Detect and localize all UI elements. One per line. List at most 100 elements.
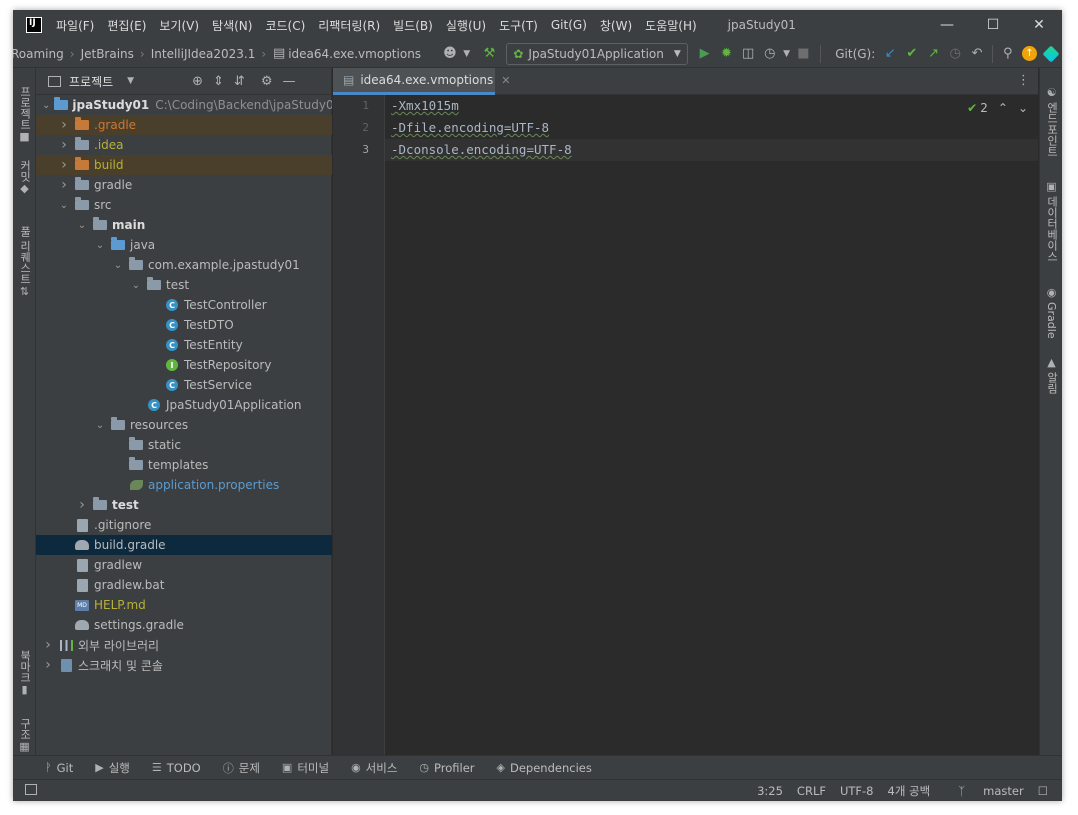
tree-item[interactable]: application.properties bbox=[36, 475, 332, 495]
maximize-icon[interactable]: ☐ bbox=[970, 10, 1016, 40]
chevron-right-icon[interactable]: › bbox=[58, 117, 70, 133]
tool-window-structure[interactable]: 구조 ▦ bbox=[13, 716, 36, 753]
run-configuration-select[interactable]: ✿ JpaStudy01Application ▼ bbox=[506, 42, 688, 65]
breadcrumb-item[interactable]: JetBrains bbox=[81, 47, 134, 61]
menu-run[interactable]: 실행(U) bbox=[446, 17, 486, 34]
tool-window-gradle[interactable]: ◉ Gradle bbox=[1040, 286, 1062, 339]
chevron-down-icon[interactable]: ▼ bbox=[781, 43, 793, 65]
coverage-icon[interactable]: ◫ bbox=[737, 43, 759, 65]
update-available-icon[interactable]: ↑ bbox=[1019, 43, 1041, 65]
tree-item[interactable]: ⌄ com.example.jpastudy01 bbox=[36, 255, 332, 275]
tool-window-notifications[interactable]: ▲ 알림 bbox=[1040, 356, 1062, 394]
rollback-icon[interactable]: ↶ bbox=[966, 43, 988, 65]
git-update-icon[interactable]: ↙ bbox=[879, 43, 901, 65]
tree-item[interactable]: I TestRepository bbox=[36, 355, 332, 375]
chevron-right-icon[interactable]: › bbox=[58, 177, 70, 193]
locate-file-icon[interactable]: ⊕ bbox=[192, 74, 203, 89]
menu-view[interactable]: 보기(V) bbox=[159, 17, 199, 34]
tree-item[interactable]: ⌄ test bbox=[36, 275, 332, 295]
tool-window-실행[interactable]: ▶ 실행 bbox=[95, 760, 130, 776]
tree-item[interactable]: ⌄ main bbox=[36, 215, 332, 235]
chevron-down-icon[interactable]: ⌄ bbox=[112, 260, 124, 271]
chevron-down-icon[interactable]: ⌄ bbox=[94, 420, 106, 431]
tree-item[interactable]: C TestService bbox=[36, 375, 332, 395]
project-panel-title[interactable]: 프로젝트 bbox=[69, 73, 113, 90]
tool-window-bookmarks[interactable]: 북마크 ▮ bbox=[13, 648, 36, 696]
line-separator[interactable]: CRLF bbox=[797, 784, 826, 798]
tree-item[interactable]: C TestController bbox=[36, 295, 332, 315]
tool-window-project[interactable]: 프로젝트 ■ bbox=[13, 84, 36, 143]
lock-icon[interactable]: ☐ bbox=[1038, 784, 1048, 798]
run-icon[interactable]: ▶ bbox=[694, 43, 716, 65]
code-line[interactable]: -Dconsole.encoding=UTF-8 bbox=[385, 139, 1038, 161]
tool-window-터미널[interactable]: ▣ 터미널 bbox=[282, 760, 329, 776]
breadcrumb-item[interactable]: IntelliJIdea2023.1 bbox=[151, 47, 256, 61]
tool-window-database[interactable]: ▣ 데이터베이스 bbox=[1040, 180, 1062, 262]
tree-item[interactable]: › test bbox=[36, 495, 332, 515]
chevron-down-icon[interactable]: ▼ bbox=[127, 76, 134, 86]
code-editor[interactable]: -Dconsole.encoding=UTF-8 -Dfile.encoding=… bbox=[385, 95, 1038, 755]
menu-file[interactable]: 파일(F) bbox=[56, 17, 94, 34]
indent-setting[interactable]: 4개 공백 bbox=[888, 783, 931, 799]
tree-item[interactable]: C TestEntity bbox=[36, 335, 332, 355]
menu-tools[interactable]: 도구(T) bbox=[499, 17, 538, 34]
expand-all-icon[interactable]: ⇕ bbox=[213, 74, 224, 89]
caret-position[interactable]: 3:25 bbox=[757, 784, 783, 798]
tree-item[interactable]: › .gradle bbox=[36, 115, 332, 135]
breadcrumb-item[interactable]: idea64.exe.vmoptions bbox=[288, 47, 421, 61]
chevron-up-icon[interactable]: ⌃ bbox=[998, 101, 1008, 115]
collapse-all-icon[interactable]: ⇵ bbox=[234, 74, 245, 89]
stop-icon[interactable]: ■ bbox=[793, 43, 815, 65]
menu-build[interactable]: 빌드(B) bbox=[393, 17, 433, 34]
tree-item[interactable]: › 외부 라이브러리 bbox=[36, 635, 332, 655]
chevron-down-icon[interactable]: ⌄ bbox=[42, 100, 50, 111]
chevron-right-icon[interactable]: › bbox=[76, 497, 88, 513]
chevron-down-icon[interactable]: ▼ bbox=[461, 43, 473, 65]
close-icon[interactable]: ✕ bbox=[1016, 10, 1062, 40]
file-encoding[interactable]: UTF-8 bbox=[840, 784, 874, 798]
close-icon[interactable]: ✕ bbox=[501, 74, 510, 87]
menu-refactor[interactable]: 리팩터링(R) bbox=[318, 17, 380, 34]
chevron-down-icon[interactable]: ⌄ bbox=[94, 240, 106, 251]
tree-item[interactable]: C TestDTO bbox=[36, 315, 332, 335]
tool-window-문제[interactable]: ⓘ 문제 bbox=[223, 760, 260, 776]
tree-item[interactable]: MD HELP.md bbox=[36, 595, 332, 615]
search-icon[interactable]: ⚲ bbox=[997, 43, 1019, 65]
tree-item[interactable]: ⌄ java bbox=[36, 235, 332, 255]
menu-code[interactable]: 코드(C) bbox=[265, 17, 305, 34]
user-icon[interactable]: ☻ bbox=[439, 43, 461, 65]
git-branch-widget[interactable]: ᛉ master bbox=[944, 784, 1023, 798]
tool-window-서비스[interactable]: ◉ 서비스 bbox=[351, 760, 397, 776]
tool-window-commit[interactable]: 커밋 ◆ bbox=[13, 158, 36, 195]
tree-item[interactable]: build.gradle bbox=[36, 535, 332, 555]
code-line[interactable]: -Xmx1015m bbox=[385, 95, 1038, 117]
chevron-down-icon[interactable]: ⌄ bbox=[1018, 101, 1028, 115]
build-hammer-icon[interactable]: ⚒ bbox=[479, 43, 501, 65]
tree-item[interactable]: › .idea bbox=[36, 135, 332, 155]
profile-icon[interactable]: ◷ bbox=[759, 43, 781, 65]
chevron-down-icon[interactable]: ⌄ bbox=[130, 280, 142, 291]
menu-edit[interactable]: 편집(E) bbox=[107, 17, 146, 34]
chevron-down-icon[interactable]: ⌄ bbox=[58, 200, 70, 211]
git-push-icon[interactable]: ↗ bbox=[923, 43, 945, 65]
tree-item[interactable]: gradlew.bat bbox=[36, 575, 332, 595]
debug-icon[interactable]: ✹ bbox=[716, 43, 738, 65]
tool-window-dependencies[interactable]: ◈ Dependencies bbox=[497, 761, 592, 775]
tool-window-todo[interactable]: ☰ TODO bbox=[152, 761, 201, 775]
chevron-right-icon[interactable]: › bbox=[42, 637, 54, 653]
menu-window[interactable]: 창(W) bbox=[600, 17, 632, 34]
tree-item[interactable]: C JpaStudy01Application bbox=[36, 395, 332, 415]
tree-item[interactable]: › 스크래치 및 콘솔 bbox=[36, 655, 332, 675]
tree-item[interactable]: › gradle bbox=[36, 175, 332, 195]
tree-item[interactable]: ⌄ src bbox=[36, 195, 332, 215]
tree-item[interactable]: settings.gradle bbox=[36, 615, 332, 635]
gear-icon[interactable]: ⚙ bbox=[261, 74, 273, 89]
breadcrumb-item[interactable]: Roaming bbox=[13, 47, 64, 61]
tree-item[interactable]: ⌄ resources bbox=[36, 415, 332, 435]
code-line[interactable]: -Dfile.encoding=UTF-8 bbox=[385, 117, 1038, 139]
history-icon[interactable]: ◷ bbox=[944, 43, 966, 65]
tab-vmoptions[interactable]: ▤ idea64.exe.vmoptions ✕ bbox=[333, 68, 510, 95]
menu-git[interactable]: Git(G) bbox=[551, 18, 587, 32]
tool-window-git[interactable]: ᚹ Git bbox=[45, 761, 73, 775]
chevron-right-icon[interactable]: › bbox=[58, 137, 70, 153]
